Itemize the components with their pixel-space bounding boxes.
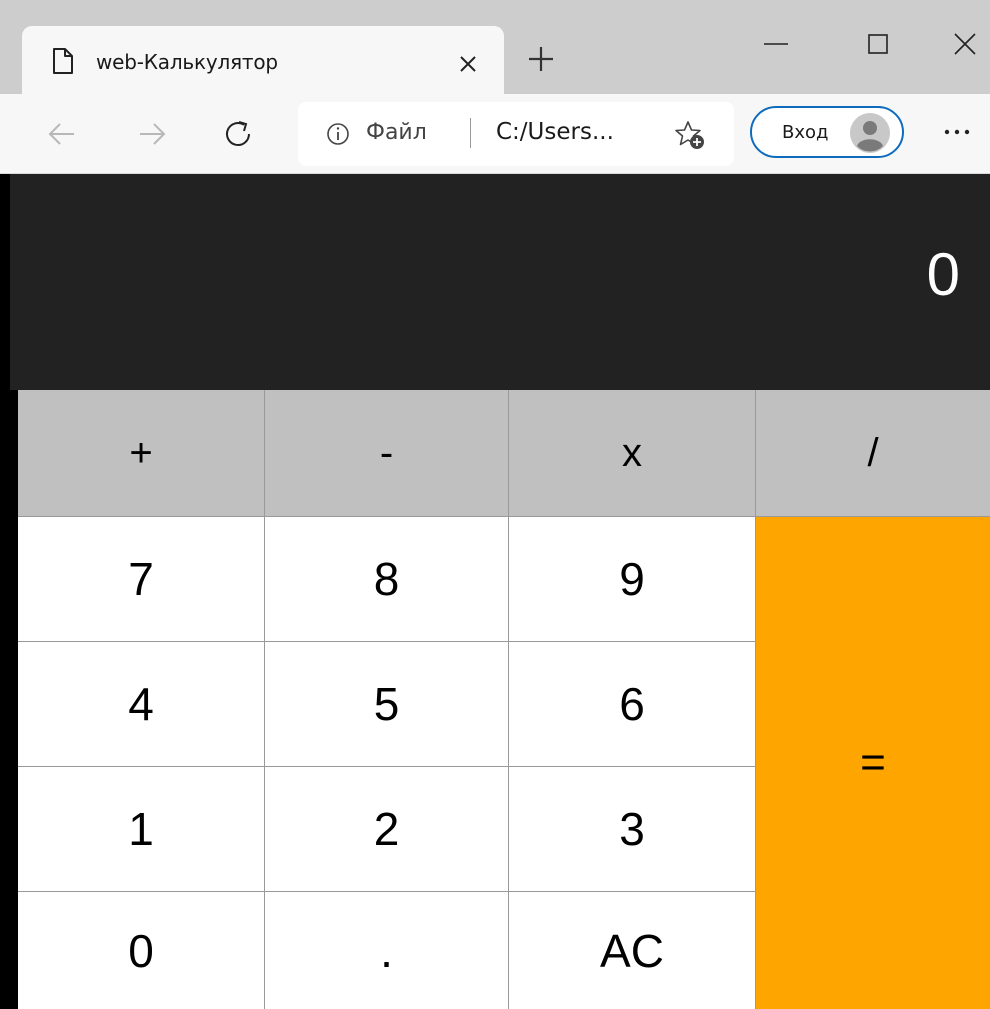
decimal-button[interactable]: .: [265, 892, 509, 1009]
digit-label: 4: [128, 678, 154, 730]
digit-2-button[interactable]: 2: [265, 767, 509, 892]
digit-label: 8: [373, 553, 400, 605]
minus-label: -: [379, 430, 394, 475]
address-url[interactable]: C:/Users...: [496, 119, 614, 145]
reload-icon[interactable]: [220, 116, 256, 152]
clear-label: AC: [600, 924, 664, 977]
tab-calculator[interactable]: web-Калькулятор: [22, 26, 504, 96]
add-favorite-icon[interactable]: [674, 120, 706, 150]
signin-button[interactable]: Вход: [750, 106, 904, 158]
digit-label: 5: [373, 678, 400, 730]
address-scheme: Файл: [366, 120, 427, 145]
maximize-icon[interactable]: [858, 24, 898, 64]
digit-label: 2: [373, 803, 400, 855]
avatar: [850, 113, 890, 153]
close-icon[interactable]: [945, 24, 985, 64]
digit-1-button[interactable]: 1: [18, 767, 265, 892]
digit-0-button[interactable]: 0: [18, 892, 265, 1009]
multiply-label: x: [622, 430, 642, 475]
digit-label: 9: [619, 553, 645, 605]
info-icon[interactable]: [326, 122, 350, 146]
digit-7-button[interactable]: 7: [18, 517, 265, 642]
equals-label: =: [860, 738, 886, 787]
calculator: 0 + - x / 7 8 9 4 5 6 1 2 3 0 . AC =: [0, 174, 990, 1009]
digit-8-button[interactable]: 8: [265, 517, 509, 642]
digit-label: 1: [128, 803, 154, 855]
forward-arrow-icon[interactable]: [134, 116, 170, 152]
navigation-toolbar: Файл C:/Users... Вход: [0, 94, 990, 174]
display-value: 0: [926, 241, 960, 308]
tab-strip: web-Калькулятор: [0, 0, 990, 96]
multiply-button[interactable]: x: [509, 390, 756, 517]
page-icon: [53, 48, 73, 74]
plus-button[interactable]: +: [18, 390, 265, 517]
equals-button[interactable]: =: [756, 517, 990, 1009]
more-icon[interactable]: [942, 122, 972, 142]
calculator-display: 0: [10, 174, 990, 390]
digit-label: 3: [619, 803, 645, 855]
digit-6-button[interactable]: 6: [509, 642, 756, 767]
close-icon[interactable]: [458, 54, 478, 74]
digit-label: 6: [619, 678, 645, 730]
clear-button[interactable]: AC: [509, 892, 756, 1009]
address-divider: [470, 118, 471, 148]
decimal-label: .: [380, 924, 393, 977]
minus-button[interactable]: -: [265, 390, 509, 517]
digit-label: 0: [128, 924, 154, 977]
tab-title: web-Калькулятор: [96, 50, 278, 74]
back-arrow-icon[interactable]: [44, 116, 80, 152]
digit-label: 7: [128, 553, 154, 605]
minimize-icon[interactable]: [756, 24, 796, 64]
divide-label: /: [867, 430, 879, 475]
digit-4-button[interactable]: 4: [18, 642, 265, 767]
signin-label: Вход: [782, 122, 829, 143]
plus-label: +: [129, 430, 153, 475]
digit-3-button[interactable]: 3: [509, 767, 756, 892]
digit-9-button[interactable]: 9: [509, 517, 756, 642]
divide-button[interactable]: /: [756, 390, 990, 517]
new-tab-icon[interactable]: [526, 44, 556, 74]
address-bar[interactable]: Файл C:/Users...: [298, 102, 734, 166]
digit-5-button[interactable]: 5: [265, 642, 509, 767]
browser-window: web-Калькулятор Файл C:/Users... Вход 0 …: [0, 0, 990, 1009]
